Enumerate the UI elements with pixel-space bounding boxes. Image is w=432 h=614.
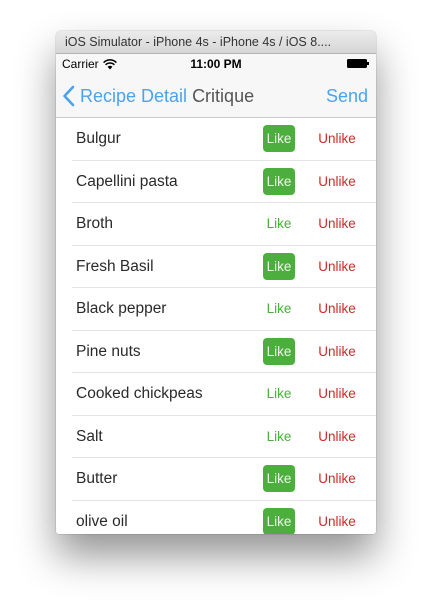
page-title: Critique — [192, 85, 255, 106]
ingredient-name: Fresh Basil — [76, 257, 154, 275]
ingredient-name: olive oil — [76, 512, 128, 530]
ingredient-row: Broth Like Unlike — [56, 203, 376, 246]
unlike-button[interactable]: Unlike — [312, 380, 362, 407]
like-button[interactable]: Like — [263, 295, 295, 322]
device-screen: Carrier 11:00 PM Recipe Detail Critique … — [56, 54, 376, 534]
unlike-button[interactable]: Unlike — [312, 338, 362, 365]
ingredient-name: Capellini pasta — [76, 172, 178, 190]
like-button[interactable]: Like — [263, 210, 295, 237]
ingredient-name: Broth — [76, 215, 114, 232]
back-chevron-icon — [63, 85, 75, 107]
back-button[interactable]: Recipe Detail Critique — [62, 85, 254, 107]
ingredient-name: Black pepper — [76, 300, 167, 317]
status-bar: Carrier 11:00 PM — [56, 54, 376, 74]
unlike-button[interactable]: Unlike — [312, 423, 362, 450]
unlike-button[interactable]: Unlike — [312, 253, 362, 280]
like-button[interactable]: Like — [263, 423, 295, 450]
unlike-button[interactable]: Unlike — [312, 295, 362, 322]
like-button[interactable]: Like — [263, 507, 295, 534]
unlike-button[interactable]: Unlike — [312, 125, 362, 152]
simulator-window: iOS Simulator - iPhone 4s - iPhone 4s / … — [56, 31, 376, 534]
ingredient-row: Pine nuts Like Unlike — [56, 331, 376, 374]
ingredient-name: Bulgur — [76, 130, 121, 147]
battery-icon — [347, 59, 369, 68]
unlike-button[interactable]: Unlike — [312, 168, 362, 195]
ingredient-name: Salt — [76, 427, 103, 445]
window-title: iOS Simulator - iPhone 4s - iPhone 4s / … — [56, 31, 376, 54]
ingredient-name: Cooked chickpeas — [76, 385, 203, 402]
ingredient-row: Butter Like Unlike — [56, 458, 376, 501]
unlike-button[interactable]: Unlike — [312, 508, 362, 535]
ingredient-name: Pine nuts — [76, 342, 141, 360]
ingredient-row: Salt Like Unlike — [56, 416, 376, 459]
like-button[interactable]: Like — [263, 125, 295, 152]
ingredient-row: Fresh Basil Like Unlike — [56, 246, 376, 289]
like-button[interactable]: Like — [263, 380, 295, 407]
like-button[interactable]: Like — [263, 337, 295, 365]
ingredient-row: Cooked chickpeas Like Unlike — [56, 373, 376, 416]
unlike-button[interactable]: Unlike — [312, 210, 362, 237]
ingredient-row: olive oil Like Unlike — [56, 501, 376, 535]
back-label: Recipe Detail — [80, 85, 188, 106]
unlike-button[interactable]: Unlike — [312, 465, 362, 492]
ingredient-row: Capellini pasta Like Unlike — [56, 161, 376, 204]
ingredient-list: Bulgur Like Unlike Capellini pasta Like Unlik… — [56, 118, 376, 534]
send-button[interactable]: Send — [326, 85, 368, 107]
ingredient-row: Black pepper Like Unlike — [56, 288, 376, 331]
ingredient-row: Bulgur Like Unlike — [56, 118, 376, 161]
like-button[interactable]: Like — [263, 252, 295, 280]
navigation-bar: Carrier 11:00 PM Recipe Detail Critique … — [56, 54, 376, 118]
ingredient-name: Butter — [76, 470, 118, 487]
like-button[interactable]: Like — [263, 465, 295, 492]
like-button[interactable]: Like — [263, 167, 295, 195]
status-time: 11:00 PM — [190, 57, 242, 71]
